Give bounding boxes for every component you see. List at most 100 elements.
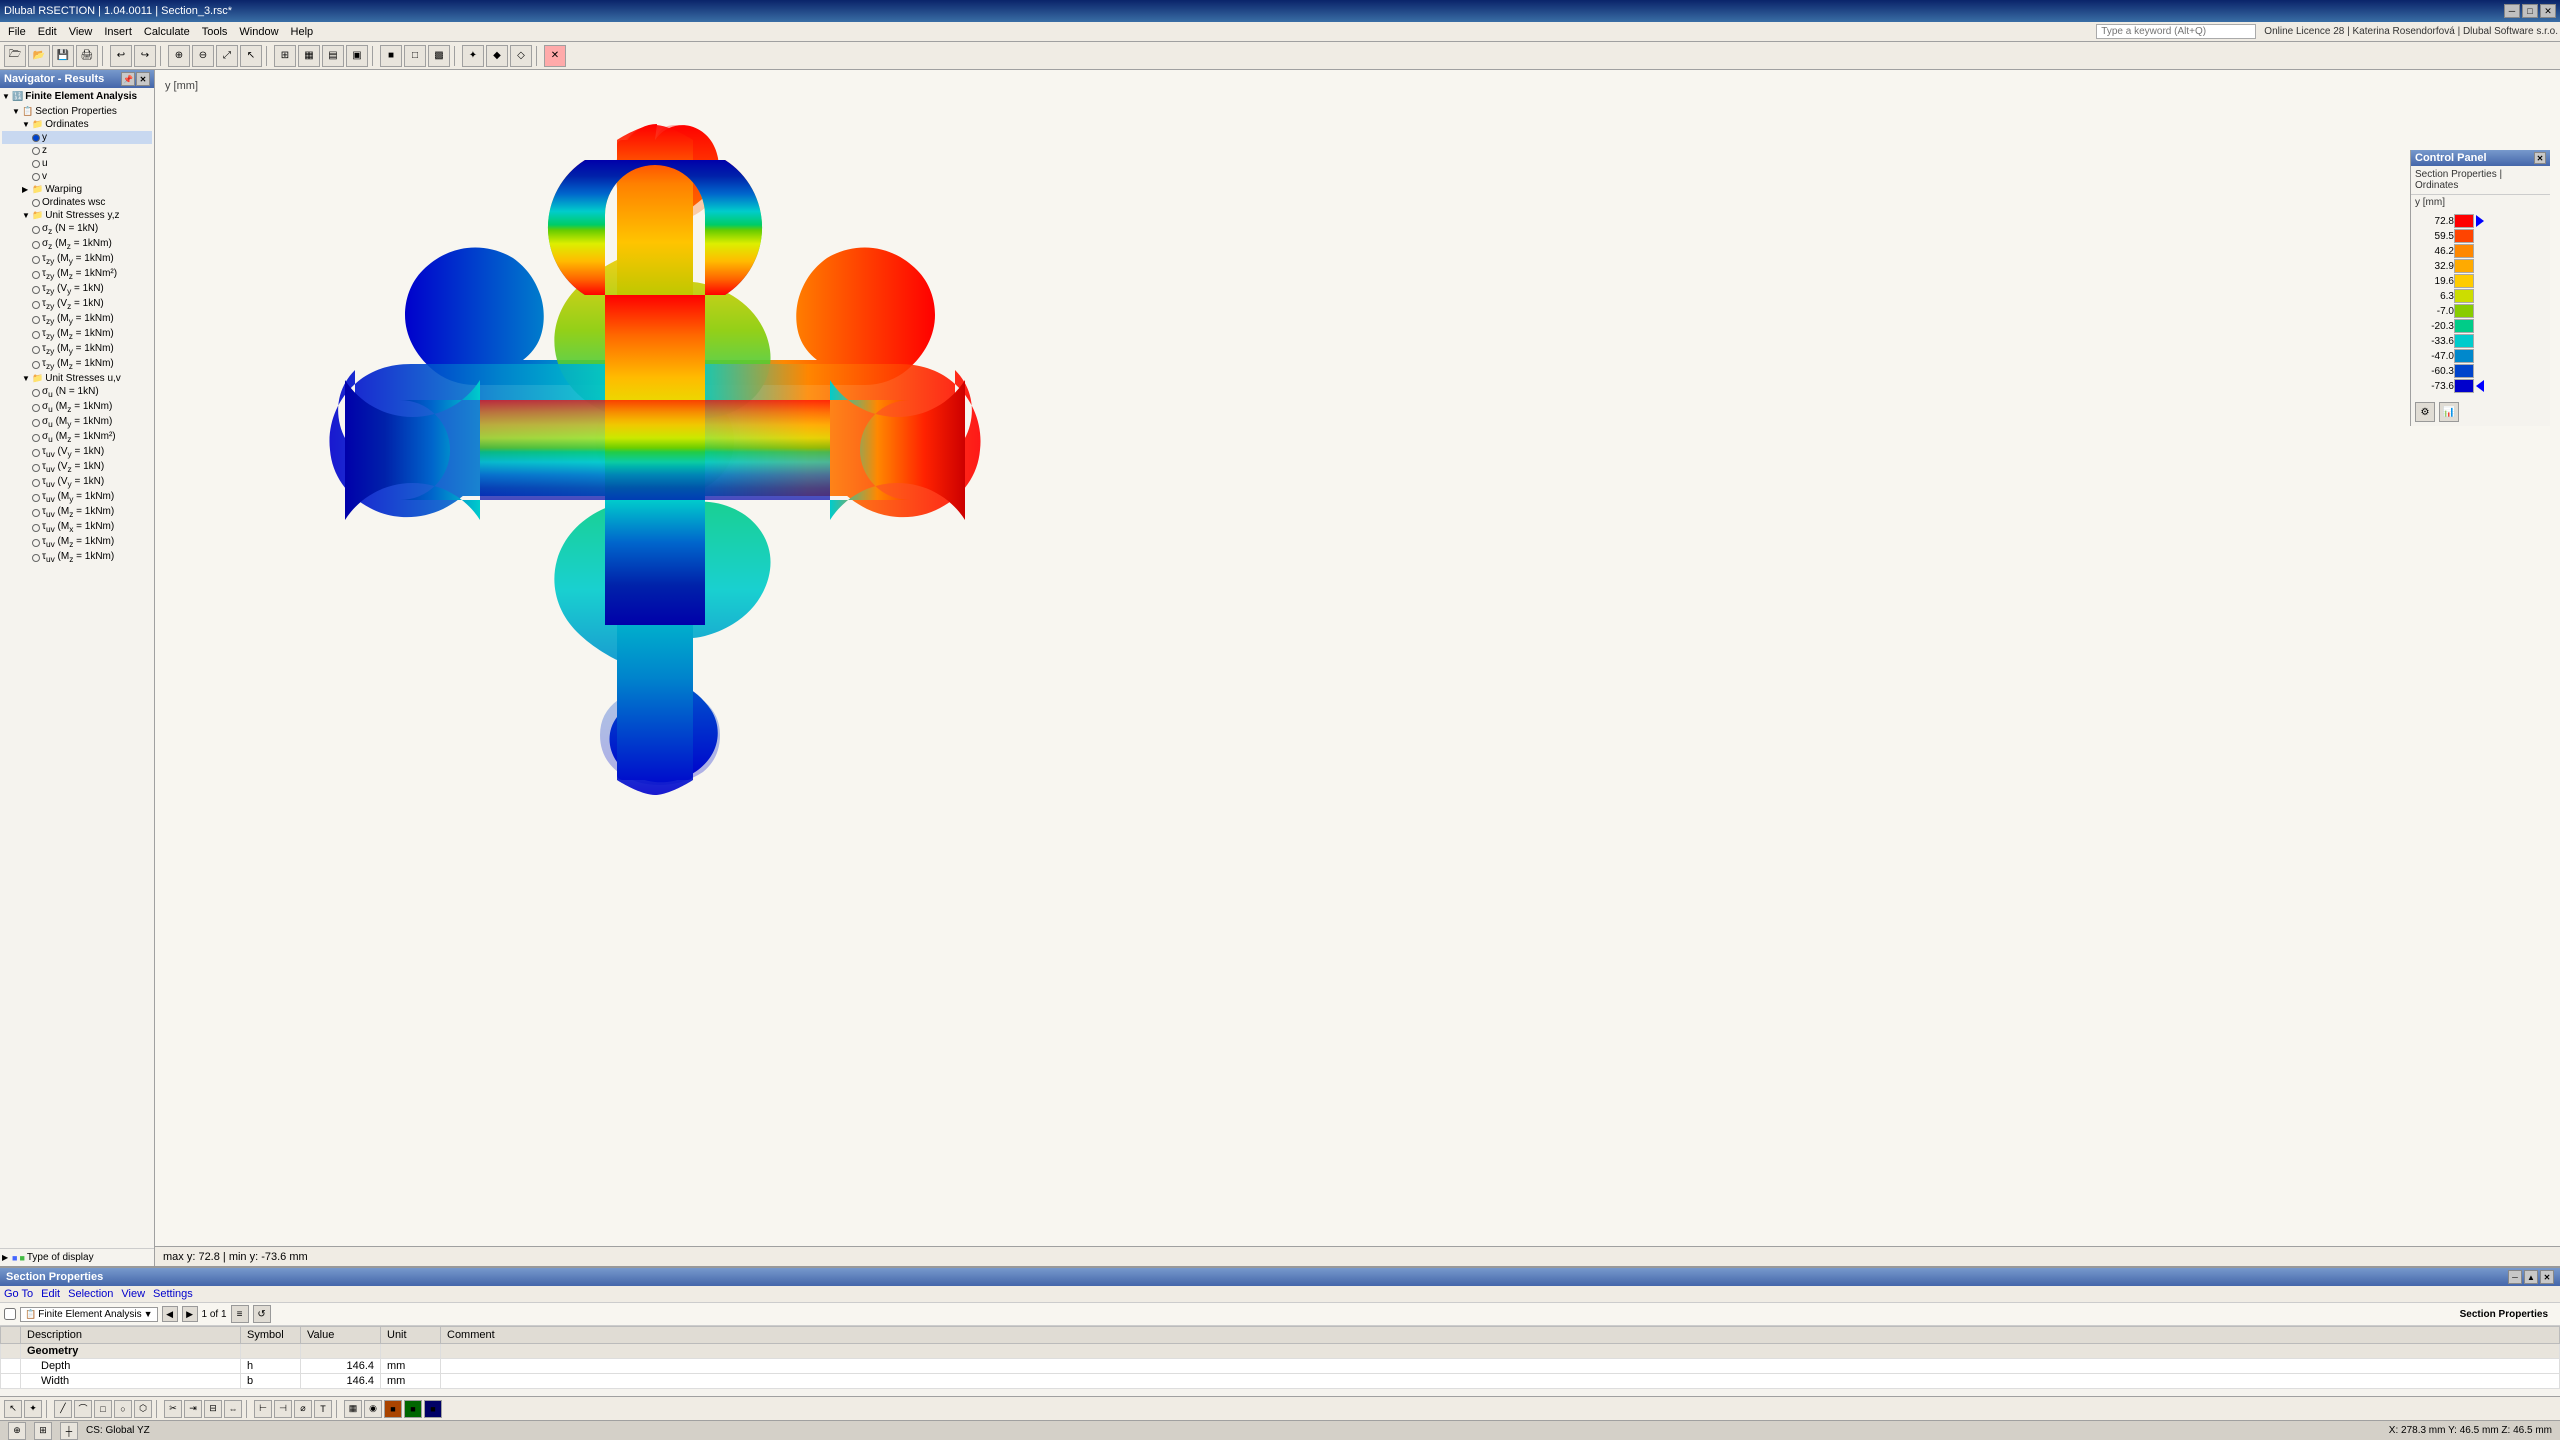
tb-render3[interactable]: ▩ [428, 45, 450, 67]
bp-settings-link[interactable]: Settings [153, 1288, 193, 1300]
dt-offset[interactable]: ⊟ [204, 1400, 222, 1418]
close-button[interactable]: ✕ [2540, 4, 2556, 18]
tb-redo[interactable]: ↪ [134, 45, 156, 67]
tb-save[interactable]: 💾 [52, 45, 74, 67]
tb-result2[interactable]: ◆ [486, 45, 508, 67]
tb-view2[interactable]: ▦ [298, 45, 320, 67]
status-grid-button[interactable]: ⊞ [34, 1422, 52, 1440]
nav-item-tuv-mz[interactable]: τuv (Mz = 1kNm) [2, 505, 152, 520]
menu-tools[interactable]: Tools [196, 24, 234, 40]
nav-item-su-mz2[interactable]: σu (Mz = 1kNm²) [2, 430, 152, 445]
menu-edit[interactable]: Edit [32, 24, 63, 40]
menu-window[interactable]: Window [233, 24, 284, 40]
tb-zoom-in[interactable]: ⊕ [168, 45, 190, 67]
tb-view1[interactable]: ⊞ [274, 45, 296, 67]
tb-view4[interactable]: ▣ [346, 45, 368, 67]
nav-item-tzy-my3[interactable]: τzy (My = 1kNm) [2, 342, 152, 357]
tb-result1[interactable]: ✦ [462, 45, 484, 67]
nav-item-tzy-mz2[interactable]: τzy (Mz = 1kNm²) [2, 267, 152, 282]
tb-zoom-out[interactable]: ⊖ [192, 45, 214, 67]
dt-extend[interactable]: ⇥ [184, 1400, 202, 1418]
dt-color3[interactable]: ■ [424, 1400, 442, 1418]
dt-hatch[interactable]: ▦ [344, 1400, 362, 1418]
tb-new[interactable]: 🗁 [4, 45, 26, 67]
cp-settings-button[interactable]: ⚙ [2415, 402, 2435, 422]
dt-color2[interactable]: ■ [404, 1400, 422, 1418]
nav-item-v[interactable]: v [2, 170, 152, 183]
bp-prev-button[interactable]: ◀ [162, 1306, 178, 1322]
nav-item-warping[interactable]: ▶ 📁 Warping [2, 183, 152, 196]
bp-close-button[interactable]: ✕ [2540, 1270, 2554, 1284]
nav-item-tzy-my[interactable]: τzy (My = 1kNm) [2, 252, 152, 267]
status-ortho-button[interactable]: ┼ [60, 1422, 78, 1440]
menu-file[interactable]: File [2, 24, 32, 40]
nav-item-su-mz[interactable]: σu (Mz = 1kNm) [2, 400, 152, 415]
tb-print[interactable]: 🖨 [76, 45, 98, 67]
tb-zoom-all[interactable]: ⤢ [216, 45, 238, 67]
bp-minimize-button[interactable]: ─ [2508, 1270, 2522, 1284]
tb-result3[interactable]: ◇ [510, 45, 532, 67]
nav-item-tzy-mz4[interactable]: τzy (Mz = 1kNm) [2, 357, 152, 372]
search-input[interactable] [2096, 24, 2256, 39]
nav-item-tuv-mx[interactable]: τuv (Mx = 1kNm) [2, 520, 152, 535]
nav-item-tuv-my[interactable]: τuv (My = 1kNm) [2, 490, 152, 505]
tb-render2[interactable]: □ [404, 45, 426, 67]
nav-item-type-display[interactable]: ▶ ■ ■ Type of display [2, 1251, 152, 1264]
cp-export-button[interactable]: 📊 [2439, 402, 2459, 422]
bp-section-properties-tab[interactable]: Section Properties [2460, 1309, 2548, 1320]
control-panel-close-button[interactable]: ✕ [2534, 152, 2546, 164]
nav-item-z[interactable]: z [2, 144, 152, 157]
bp-refresh-button[interactable]: ↺ [253, 1305, 271, 1323]
menu-view[interactable]: View [63, 24, 99, 40]
nav-item-ordinates-wsc[interactable]: Ordinates wsc [2, 196, 152, 209]
nav-item-fea[interactable]: ▼ 🔢 Finite Element Analysis [2, 90, 152, 103]
nav-item-tzy-vy[interactable]: τzy (Vy = 1kN) [2, 282, 152, 297]
dt-circle[interactable]: ○ [114, 1400, 132, 1418]
nav-item-y[interactable]: y [2, 131, 152, 144]
dt-text[interactable]: T [314, 1400, 332, 1418]
dt-arc[interactable]: ⌒ [74, 1400, 92, 1418]
nav-item-tuv-vz[interactable]: τuv (Vz = 1kN) [2, 460, 152, 475]
dt-color1[interactable]: ■ [384, 1400, 402, 1418]
nav-item-unit-stress-yz[interactable]: ▼ 📁 Unit Stresses y,z [2, 209, 152, 222]
dt-dim3[interactable]: ⌀ [294, 1400, 312, 1418]
bp-next-button[interactable]: ▶ [182, 1306, 198, 1322]
menu-calculate[interactable]: Calculate [138, 24, 196, 40]
bp-columns-button[interactable]: ≡ [231, 1305, 249, 1323]
status-snap-button[interactable]: ⊕ [8, 1422, 26, 1440]
maximize-button[interactable]: □ [2522, 4, 2538, 18]
dt-dim[interactable]: ⊢ [254, 1400, 272, 1418]
nav-item-tuv-vy[interactable]: τuv (Vy = 1kN) [2, 445, 152, 460]
nav-item-su-my[interactable]: σu (My = 1kNm) [2, 415, 152, 430]
bp-selection-link[interactable]: Selection [68, 1288, 113, 1300]
dt-select[interactable]: ↖ [4, 1400, 22, 1418]
dt-point[interactable]: ✦ [24, 1400, 42, 1418]
nav-item-tuv-mz3[interactable]: τuv (Mz = 1kNm) [2, 550, 152, 565]
dt-fill[interactable]: ◉ [364, 1400, 382, 1418]
nav-item-tzy-my2[interactable]: τzy (My = 1kNm) [2, 312, 152, 327]
dt-line[interactable]: ╱ [54, 1400, 72, 1418]
dt-rect[interactable]: □ [94, 1400, 112, 1418]
nav-item-section-props[interactable]: ▼ 📋 Section Properties [2, 105, 152, 118]
bp-row-checkbox[interactable] [4, 1308, 16, 1320]
bp-analysis-dropdown[interactable]: ▼ [144, 1309, 153, 1319]
bp-goto-link[interactable]: Go To [4, 1288, 33, 1300]
dt-polygon[interactable]: ⬡ [134, 1400, 152, 1418]
dt-trim[interactable]: ✂ [164, 1400, 182, 1418]
menu-help[interactable]: Help [285, 24, 320, 40]
tb-view3[interactable]: ▤ [322, 45, 344, 67]
tb-stop[interactable]: ✕ [544, 45, 566, 67]
dt-dim2[interactable]: ⊣ [274, 1400, 292, 1418]
bp-float-button[interactable]: ▲ [2524, 1270, 2538, 1284]
nav-item-sz-mz[interactable]: σz (Mz = 1kNm) [2, 237, 152, 252]
tb-render1[interactable]: ■ [380, 45, 402, 67]
nav-item-sz-n[interactable]: σz (N = 1kN) [2, 222, 152, 237]
nav-pin-button[interactable]: 📌 [121, 72, 135, 86]
nav-item-unit-stress-uv[interactable]: ▼ 📁 Unit Stresses u,v [2, 372, 152, 385]
dt-mirror[interactable]: ⇔ [224, 1400, 242, 1418]
tb-undo[interactable]: ↩ [110, 45, 132, 67]
nav-item-tzy-mz3[interactable]: τzy (Mz = 1kNm) [2, 327, 152, 342]
minimize-button[interactable]: ─ [2504, 4, 2520, 18]
nav-item-u[interactable]: u [2, 157, 152, 170]
nav-item-ordinates[interactable]: ▼ 📁 Ordinates [2, 118, 152, 131]
